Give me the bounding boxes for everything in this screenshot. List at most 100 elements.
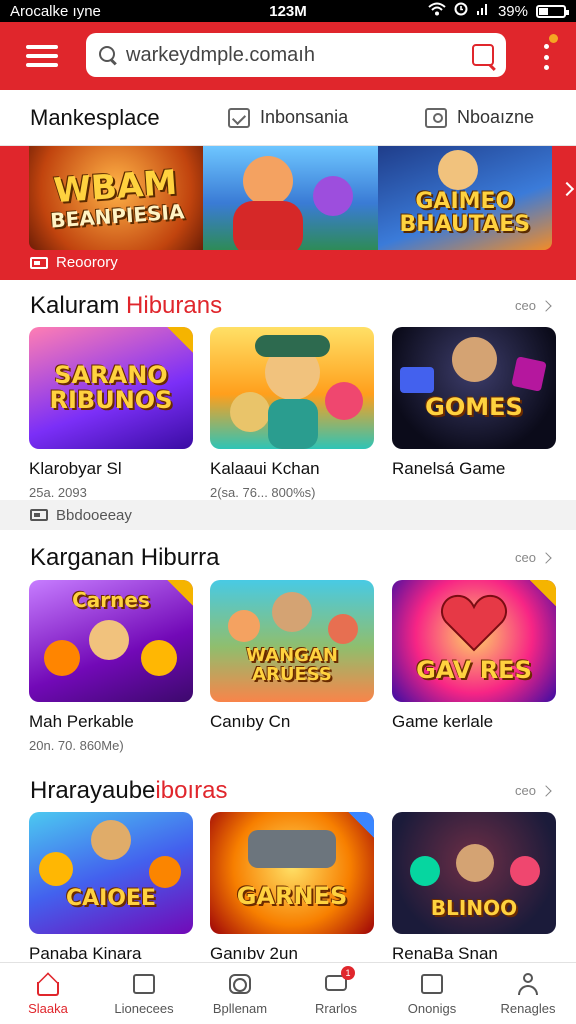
card-title: Mah Perkable (29, 712, 134, 731)
character-illustration (456, 844, 494, 882)
game-card[interactable]: Carnes Mah Perkable 20n. 70. 860Me) (29, 580, 193, 753)
nav-home[interactable]: Slaaka (0, 963, 96, 1024)
menu-icon[interactable] (23, 41, 61, 71)
app-header (0, 22, 576, 90)
home-icon (35, 971, 61, 996)
wifi-icon (428, 2, 446, 20)
character-illustration (243, 156, 294, 206)
signal-icon (476, 2, 490, 20)
see-more-link[interactable]: ceo (515, 298, 552, 313)
card-title: Klarobyar Sl (29, 459, 122, 478)
battery-level (539, 7, 549, 15)
character-illustration (248, 830, 336, 868)
category-icon (30, 509, 48, 521)
character-illustration (233, 201, 304, 250)
banner-carousel[interactable]: WBAM BEANPIESIA GAIMEO BHAUTAES (29, 146, 552, 250)
card-title: Panaba Kinara (29, 944, 142, 963)
notification-badge: 1 (341, 965, 355, 980)
gallery-icon (131, 972, 157, 996)
nav-profile[interactable]: Renagles (480, 963, 576, 1024)
banner-tile[interactable]: WBAM BEANPIESIA (29, 146, 204, 250)
chevron-right-icon (540, 551, 552, 564)
nav-camera[interactable]: Bpllenam (192, 963, 288, 1024)
category-tabs: Mankesplace Inbonsania Nboaızne (0, 90, 576, 146)
game-card[interactable]: BLINOO RenaBa Snan (392, 812, 556, 964)
character-illustration (228, 610, 260, 642)
category-divider: Bbdooeeay (0, 500, 576, 530)
inbox-icon (419, 972, 445, 996)
search-input[interactable] (126, 43, 472, 67)
card-meta: 2(sa. 76... 800%s) (210, 485, 316, 500)
chevron-right-icon[interactable] (559, 181, 575, 197)
tab-label: Mankesplace (30, 104, 160, 130)
card-title: Ganıbv 2un (210, 944, 298, 963)
game-thumbnail (210, 327, 374, 449)
character-illustration (313, 176, 354, 216)
bottom-navigation: Slaaka Lionecees Bpllenam 1 Rrarlos Onon… (0, 962, 576, 1024)
card-title: Game kerlale (392, 712, 494, 731)
game-card[interactable]: SARANO RIBUNOS Klarobyar Sl 25a. 2093 (29, 327, 193, 500)
chat-icon: 1 (323, 965, 355, 996)
character-illustration (89, 620, 129, 660)
nav-gallery[interactable]: Lionecees (96, 963, 192, 1024)
game-card[interactable]: WANGAN ARUESS Canıby Cn (210, 580, 374, 738)
notification-dot (549, 34, 558, 43)
card-meta: 25a. 2093 (29, 485, 87, 500)
tab-marketplace[interactable]: Mankesplace (30, 105, 160, 131)
game-thumbnail: GOMES (392, 327, 556, 449)
card-title: RenaBa Snan (392, 944, 498, 963)
character-illustration (272, 592, 312, 632)
character-illustration (452, 337, 497, 382)
banner-logo-text: WBAM BEANPIESIA (49, 162, 186, 232)
person-card-icon (425, 107, 447, 128)
character-illustration (230, 392, 270, 432)
character-illustration (39, 852, 73, 886)
character-illustration (149, 856, 181, 888)
scan-icon[interactable] (472, 44, 494, 66)
game-thumbnail: CAIOEE (29, 812, 193, 934)
game-thumbnail: WANGAN ARUESS (210, 580, 374, 702)
character-illustration (511, 356, 547, 392)
alarm-icon (454, 2, 468, 20)
game-thumbnail: GARNES (210, 812, 374, 934)
game-card[interactable]: GARNES Ganıbv 2un (210, 812, 374, 964)
game-card[interactable]: CAIOEE Panaba Kinara (29, 812, 193, 964)
banner-tile[interactable] (203, 146, 378, 250)
chevron-right-icon (540, 784, 552, 797)
nav-chat[interactable]: 1 Rrarlos (288, 963, 384, 1024)
tab-label: Inbonsania (260, 107, 349, 127)
card-title: Canıby Cn (210, 712, 291, 731)
game-thumbnail: GAV RES (392, 580, 556, 702)
see-more-link[interactable]: ceo (515, 783, 552, 798)
character-illustration (268, 399, 318, 449)
see-more-link[interactable]: ceo (515, 550, 552, 565)
character-illustration (91, 820, 131, 860)
carrier-name: Arocalke ıyne (10, 2, 101, 20)
character-illustration (44, 640, 80, 676)
game-thumbnail: SARANO RIBUNOS (29, 327, 193, 449)
game-card[interactable]: GAV RES Game kerlale (392, 580, 556, 738)
banner-caption: Reoorory (30, 254, 118, 271)
nav-inbox[interactable]: Ononigs (384, 963, 480, 1024)
tab-inbonsania[interactable]: Inbonsania (228, 107, 348, 128)
game-card[interactable]: Kalaaui Kchan 2(sa. 76... 800%s) (210, 327, 374, 500)
game-card[interactable]: GOMES Ranelsá Game (392, 327, 556, 485)
search-bar[interactable] (86, 33, 506, 77)
more-options-icon[interactable] (542, 34, 558, 70)
character-illustration (255, 335, 330, 357)
heart-icon (441, 594, 507, 652)
promo-banner: WBAM BEANPIESIA GAIMEO BHAUTAES Reoorory (0, 146, 576, 280)
banner-tile[interactable]: GAIMEO BHAUTAES (377, 146, 552, 250)
chevron-right-icon (540, 299, 552, 312)
battery-icon (536, 4, 569, 18)
character-illustration (437, 150, 478, 190)
checkbox-icon (228, 107, 250, 128)
status-bar: Arocalke ıyne 123M 39% (0, 0, 576, 22)
battery-percent: 39% (497, 2, 528, 20)
tab-nboaizne[interactable]: Nboaızne (425, 107, 534, 128)
card-meta: 20n. 70. 860Me) (29, 738, 124, 753)
profile-icon (515, 972, 541, 996)
camera-icon (227, 972, 253, 996)
character-illustration (325, 382, 363, 420)
character-illustration (328, 614, 358, 644)
